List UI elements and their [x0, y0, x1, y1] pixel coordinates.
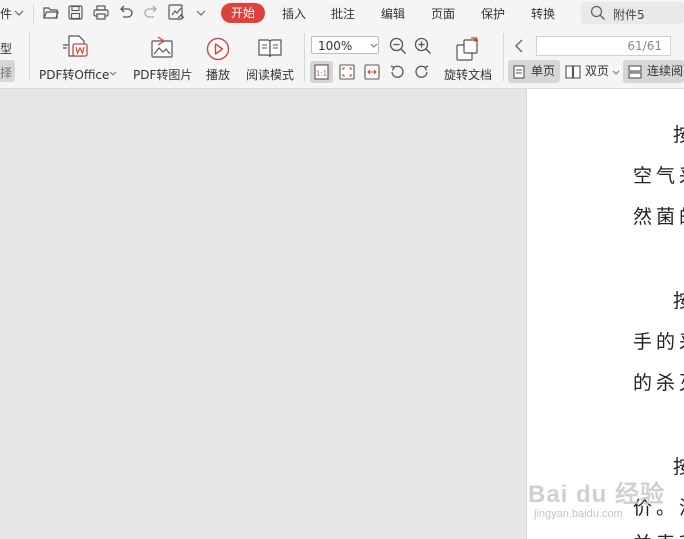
zoom-value: 100% — [318, 39, 353, 53]
fit-width-icon[interactable] — [364, 64, 380, 80]
actual-size-button[interactable]: 1:1 — [310, 61, 333, 83]
tab-start[interactable]: 开始 — [221, 3, 265, 23]
tab-protect[interactable]: 保护 — [481, 5, 505, 22]
rotate-document-button[interactable]: 旋转文档 — [444, 66, 492, 83]
tab-page[interactable]: 页面 — [431, 5, 455, 22]
ribbon-partial-label-bottom: 择 — [0, 66, 13, 80]
chevron-down-icon — [612, 70, 620, 75]
rotate-right-icon[interactable] — [414, 64, 430, 80]
search-icon — [590, 5, 605, 20]
svg-text:1:1: 1:1 — [316, 70, 327, 78]
divider — [304, 33, 305, 81]
continuous-read-label: 连续阅 — [647, 64, 684, 78]
previous-page-icon[interactable] — [514, 39, 524, 53]
chevron-down-icon[interactable] — [109, 71, 117, 77]
play-icon[interactable] — [206, 37, 230, 61]
redo-icon[interactable] — [144, 5, 159, 20]
pdf-to-office-button[interactable]: PDF转Office — [39, 66, 109, 83]
divider — [503, 33, 504, 81]
double-page-button[interactable]: 双页 — [564, 60, 622, 83]
zoom-select[interactable]: 100% — [311, 36, 379, 54]
page-number-input[interactable]: 61/61 — [536, 36, 671, 56]
menu-bar: 件 开始 插入 批注 编辑 页面 保护 转换 附件5 — [0, 0, 684, 27]
ribbon-partial-button[interactable]: 择 — [0, 60, 15, 82]
doc-text-line: 价。消 — [633, 497, 684, 519]
undo-icon[interactable] — [118, 5, 133, 20]
read-mode-button[interactable]: 阅读模式 — [246, 66, 294, 83]
doc-text-line: 手的采 — [633, 331, 684, 353]
continuous-page-icon — [628, 65, 642, 79]
menu-file[interactable]: 件 — [0, 5, 12, 22]
pdf-to-office-icon[interactable] — [62, 35, 90, 61]
print-icon[interactable] — [93, 5, 109, 20]
tab-annotate[interactable]: 批注 — [331, 5, 355, 22]
doc-text-line: 按 — [673, 120, 684, 147]
double-page-icon — [565, 65, 581, 79]
doc-text-line: 的杀灭 — [633, 372, 684, 394]
double-page-label: 双页 — [585, 64, 610, 78]
zoom-in-icon[interactable] — [414, 37, 432, 55]
tab-edit[interactable]: 编辑 — [381, 5, 405, 22]
zoom-out-icon[interactable] — [389, 37, 407, 55]
pdf-to-image-button[interactable]: PDF转图片 — [133, 66, 192, 83]
ribbon-partial-label-top[interactable]: 型 — [0, 40, 12, 57]
rotate-document-icon[interactable] — [455, 36, 481, 62]
doc-text-line: 按 — [673, 286, 684, 313]
document-page[interactable]: 按 空气采 然菌的 按 手的采 的杀灭 按 价。消 并表利 — [526, 89, 684, 539]
rotate-left-icon[interactable] — [389, 64, 405, 80]
search-box[interactable]: 附件5 — [581, 2, 684, 24]
tab-insert[interactable]: 插入 — [282, 5, 306, 22]
read-mode-icon[interactable] — [257, 37, 283, 59]
doc-text-line: 并表利 — [633, 529, 684, 539]
open-folder-icon[interactable] — [43, 5, 59, 20]
save-icon[interactable] — [68, 5, 83, 20]
play-button[interactable]: 播放 — [206, 66, 230, 83]
ribbon-toolbar: 型 择 PDF转Office PDF转图片 播放 阅读模式 100% 1:1 旋… — [0, 27, 684, 89]
continuous-read-button[interactable]: 连续阅 — [623, 60, 684, 83]
single-page-button[interactable]: 单页 — [508, 60, 560, 83]
doc-text-line: 空气采 — [633, 165, 684, 187]
export-icon[interactable] — [168, 4, 185, 21]
single-page-label: 单页 — [531, 64, 556, 78]
tab-convert[interactable]: 转换 — [531, 5, 555, 22]
quick-access-more-icon[interactable] — [196, 9, 206, 17]
search-input[interactable]: 附件5 — [613, 6, 645, 23]
single-page-icon — [513, 65, 525, 79]
pdf-to-image-icon[interactable] — [150, 36, 174, 60]
actual-size-icon: 1:1 — [314, 64, 329, 80]
divider — [29, 33, 30, 81]
doc-text-line: 按 — [673, 452, 684, 479]
divider — [33, 4, 34, 23]
chevron-down-icon[interactable] — [14, 9, 24, 17]
doc-text-line: 然菌的 — [633, 206, 684, 228]
chevron-down-icon — [370, 43, 378, 48]
fit-page-icon[interactable] — [339, 64, 355, 80]
